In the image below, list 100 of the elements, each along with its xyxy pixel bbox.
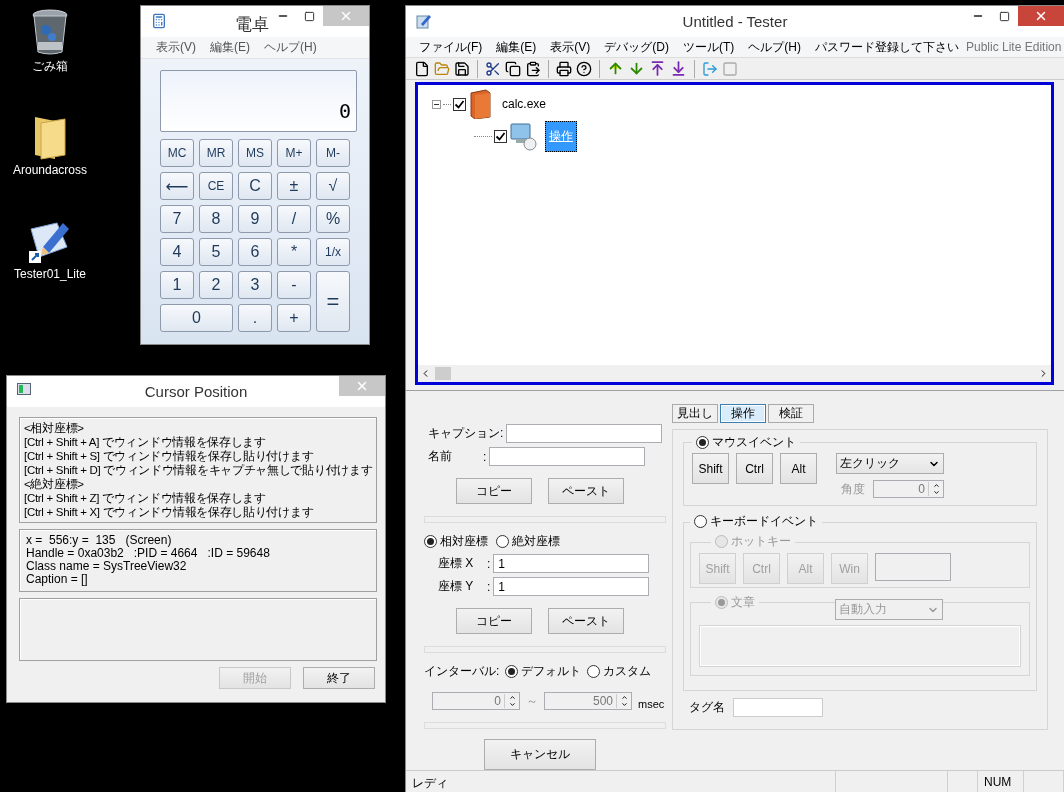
radio-circle[interactable] [694, 515, 707, 528]
field-label: 座標 Y [438, 578, 475, 595]
hotkey-hint: [Ctrl + Shift + X] でウィンドウ情報を保存し貼り付けます [24, 505, 315, 519]
horizontal-scrollbar[interactable] [418, 365, 1051, 382]
desktop-icon-label[interactable]: ごみ箱 [32, 58, 68, 75]
tree-view[interactable]: calc.exe 操作 [415, 82, 1054, 385]
dialog-button[interactable]: 終了 [303, 667, 375, 689]
radio-circle[interactable] [696, 436, 709, 449]
calculator-key[interactable]: 2 [199, 271, 233, 299]
form-button[interactable]: コピー [456, 608, 532, 634]
menu-item[interactable]: ツール(T) [676, 38, 742, 56]
modifier-button[interactable]: Ctrl [736, 453, 773, 484]
radio-circle[interactable] [587, 665, 601, 678]
maximize-icon[interactable] [999, 10, 1010, 22]
menu-item[interactable]: 表示(V) [543, 38, 598, 56]
calculator-key[interactable]: MS [238, 139, 272, 167]
tab[interactable]: 操作 [720, 404, 766, 423]
menu-item[interactable]: 表示(V) [149, 39, 203, 56]
edition-label: Public Lite Edition [966, 40, 1063, 55]
desktop-icon-label[interactable]: Tester01_Lite [13, 267, 86, 281]
checkbox[interactable] [453, 97, 466, 111]
menu-item[interactable]: 編集(E) [489, 38, 544, 56]
mouse-event-radio[interactable]: マウスイベント [696, 434, 796, 451]
maximize-icon[interactable] [304, 10, 315, 22]
calculator-key[interactable]: √ [316, 172, 350, 200]
calculator-key[interactable]: 6 [238, 238, 272, 266]
new-file-icon[interactable] [414, 60, 430, 77]
calculator-key[interactable]: - [277, 271, 311, 299]
scrollbar-thumb[interactable] [435, 367, 451, 380]
text-field[interactable] [489, 447, 646, 466]
calculator-key[interactable]: 5 [199, 238, 233, 266]
tag-field[interactable] [733, 698, 823, 717]
calculator-key[interactable]: . [238, 304, 272, 332]
save-icon[interactable] [454, 60, 470, 77]
menu-item[interactable]: ヘルプ(H) [257, 39, 324, 56]
tree-item[interactable]: calc.exe [498, 90, 551, 119]
paste-icon[interactable] [525, 60, 541, 77]
menu-item[interactable]: 編集(E) [203, 39, 257, 56]
calculator-key[interactable]: / [277, 205, 311, 233]
calculator-key[interactable]: M- [316, 139, 350, 167]
tab[interactable]: 検証 [768, 404, 814, 423]
calculator-key[interactable]: ⟵ [160, 172, 194, 200]
calculator-key[interactable]: 1/x [316, 238, 350, 266]
calculator-key[interactable]: = [316, 271, 350, 332]
calculator-key[interactable]: * [277, 238, 311, 266]
cut-icon[interactable] [485, 60, 501, 77]
form-button[interactable]: ペースト [548, 478, 624, 504]
radio-circle[interactable] [496, 535, 509, 548]
calculator-key[interactable]: 0 [160, 304, 233, 332]
calculator-key[interactable]: CE [199, 172, 233, 200]
info-line: x = 556:y = 135 (Screen) [26, 534, 173, 547]
calculator-key[interactable]: ± [277, 172, 311, 200]
text-field[interactable] [506, 424, 663, 443]
calculator-key[interactable]: C [238, 172, 272, 200]
calculator-key[interactable]: MR [199, 139, 233, 167]
checkbox[interactable] [494, 129, 507, 143]
calculator-key[interactable]: 9 [238, 205, 272, 233]
modifier-button[interactable]: Alt [780, 453, 817, 484]
calculator-key[interactable]: MC [160, 139, 194, 167]
interval-radio[interactable]: カスタム [587, 663, 652, 680]
hotkey-field[interactable] [875, 553, 951, 581]
radio-circle[interactable] [505, 665, 519, 678]
print-icon[interactable] [556, 60, 572, 77]
modifier-button[interactable]: Shift [692, 453, 729, 484]
calculator-key[interactable]: 4 [160, 238, 194, 266]
hotkey-hint: [Ctrl + Shift + S] でウィンドウ情報を保存し貼り付けます [24, 449, 315, 463]
desktop-icon-label[interactable]: Aroundacross [12, 163, 87, 177]
collapse-icon[interactable] [432, 99, 441, 109]
close-icon[interactable] [1034, 9, 1048, 23]
help-icon[interactable] [576, 60, 592, 77]
menu-item[interactable]: ファイル(F) [412, 38, 490, 56]
calculator-key[interactable]: 1 [160, 271, 194, 299]
copy-icon[interactable] [505, 60, 521, 77]
calculator-key[interactable]: 8 [199, 205, 233, 233]
interval-radio[interactable]: デフォルト [505, 663, 582, 680]
click-type-dropdown[interactable]: 左クリック [836, 453, 944, 474]
top-arrow-icon[interactable] [649, 60, 666, 78]
coordinate-radio[interactable]: 相対座標 [424, 533, 488, 550]
radio-circle[interactable] [424, 535, 437, 548]
bottom-arrow-icon[interactable] [670, 60, 687, 78]
calculator-key[interactable]: 7 [160, 205, 194, 233]
coordinate-radio[interactable]: 絶対座標 [496, 533, 560, 550]
calculator-key[interactable]: M+ [277, 139, 311, 167]
calculator-key[interactable]: + [277, 304, 311, 332]
calculator-key[interactable]: 3 [238, 271, 272, 299]
text-field[interactable]: 1 [493, 577, 650, 596]
form-button[interactable]: コピー [456, 478, 532, 504]
form-button[interactable]: ペースト [548, 608, 624, 634]
status-message: レディ [406, 771, 836, 792]
folder-icon [33, 115, 67, 161]
cancel-button[interactable]: キャンセル [484, 739, 596, 770]
menu-item[interactable]: デバッグ(D) [597, 38, 676, 56]
info-line: Caption = [] [26, 573, 89, 586]
menu-item[interactable]: ヘルプ(H) [741, 38, 808, 56]
tab[interactable]: 見出し [672, 404, 718, 423]
calculator-key[interactable]: % [316, 205, 350, 233]
keyboard-event-radio[interactable]: キーボードイベント [694, 513, 818, 530]
menu-item[interactable]: パスワード登録して下さい [808, 38, 966, 56]
text-field[interactable]: 1 [493, 554, 650, 573]
export-icon[interactable] [702, 60, 718, 77]
